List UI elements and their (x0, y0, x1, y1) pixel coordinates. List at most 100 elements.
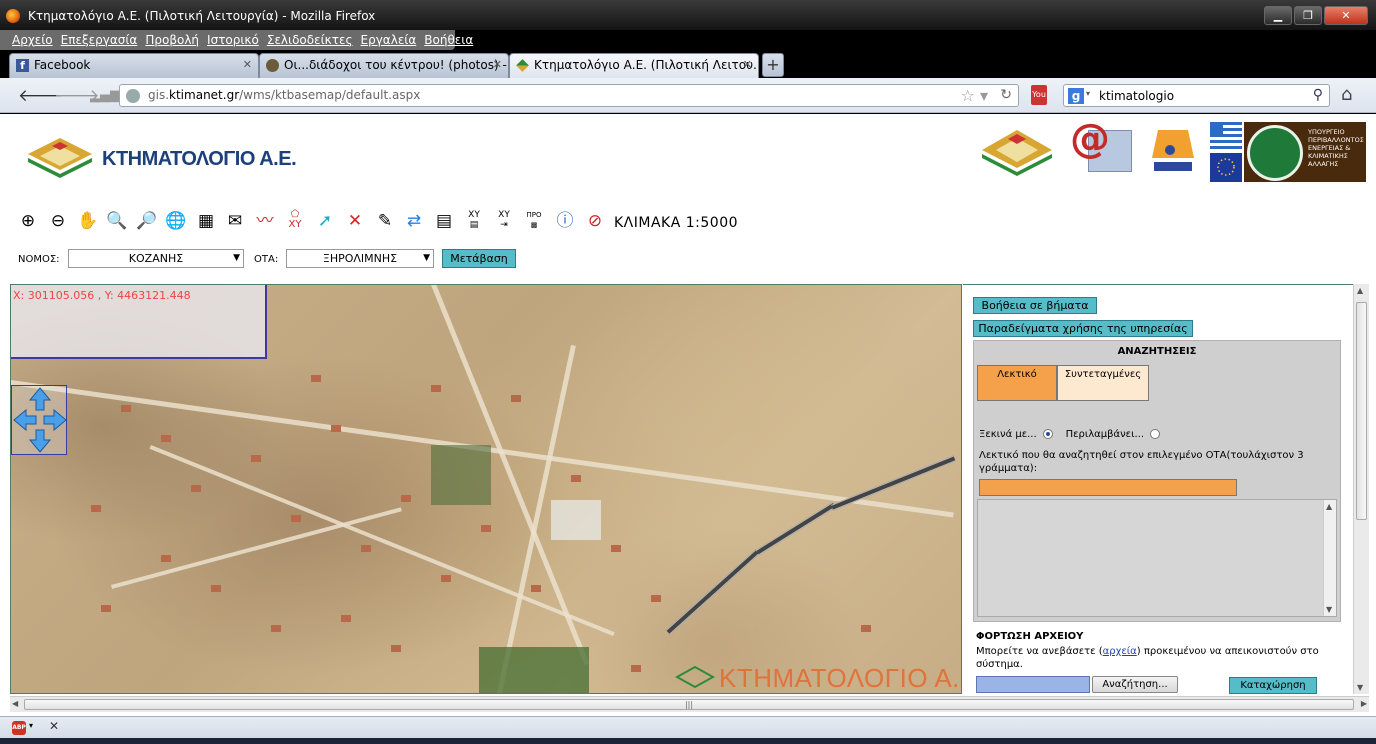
search-icon[interactable]: ⚲ (1313, 87, 1323, 103)
window-titlebar: Κτηματολόγιο Α.Ε. (Πιλοτική Λειτουργία) … (0, 0, 1376, 30)
navigation-bar: 🡐 🡒 ▂▄▆ gis.ktimanet.gr/wms/ktbasemap/de… (0, 78, 1376, 113)
close-button[interactable]: ✕ (1324, 6, 1368, 25)
information-society-logo: @ (1068, 116, 1134, 182)
tab-facebook[interactable]: f Facebook ✕ (9, 53, 259, 78)
adblock-chevron-icon[interactable]: ▾ (29, 721, 33, 730)
add-point-icon[interactable]: ➚ (314, 210, 336, 232)
submit-button[interactable]: Καταχώρηση (1229, 677, 1317, 694)
map-watermark: ΚΤΗΜΑΤΟΛΟΓΙΟ Α.Ε (675, 663, 961, 693)
pro-print-icon[interactable]: ΠΡΟ ▩ (523, 210, 545, 232)
go-button[interactable]: Μετάβαση (442, 249, 516, 268)
maximize-button[interactable]: ❐ (1294, 6, 1322, 25)
tab-close-icon[interactable]: ✕ (743, 54, 752, 76)
measure-line-icon[interactable]: 〰 (254, 210, 276, 232)
clear-x-icon[interactable]: ✕ (344, 210, 366, 232)
browse-button[interactable]: Αναζήτηση... (1092, 676, 1178, 693)
search-bar[interactable]: g ▾ ktimatologio ⚲ (1063, 84, 1330, 107)
zoom-in-icon[interactable]: 🔍 (106, 210, 128, 232)
search-results-list[interactable]: ▲ ▼ (977, 499, 1337, 617)
scroll-up-icon[interactable]: ▲ (1357, 286, 1363, 295)
refresh-arrows-icon[interactable]: ⇄ (403, 210, 425, 232)
minimize-button[interactable]: ▁ (1264, 6, 1292, 25)
menu-history[interactable]: Ιστορικό (207, 30, 259, 50)
addon-bar: ABP ▾ ✕ (0, 716, 1376, 738)
scrollbar-thumb[interactable]: ||| (24, 699, 1354, 710)
zoom-out-icon[interactable]: 🔎 (136, 210, 158, 232)
home-icon[interactable]: ⌂ (1341, 84, 1361, 105)
ota-label: ΟΤΑ: (254, 254, 279, 265)
site-identity-icon[interactable] (126, 89, 140, 103)
adblock-icon[interactable]: ABP (12, 721, 26, 735)
map-view[interactable]: X: 301105.056 , Y: 4463121.448 ΚΤΗΜΑΤΟΛΟ… (10, 284, 962, 694)
search-panel: ΑΝΑΖΗΤΗΣΕΙΣ Λεκτικό Συντεταγμένες Ξεκινά… (973, 340, 1341, 622)
results-scrollbar[interactable]: ▲ ▼ (1323, 500, 1336, 616)
scrollbar-thumb[interactable] (1356, 302, 1367, 520)
window-controls: ▁ ❐ ✕ (1264, 6, 1368, 25)
tab-news[interactable]: Οι...διάδοχοι του κέντρου! (photos) -...… (259, 53, 509, 78)
search-query[interactable]: ktimatologio (1099, 89, 1174, 103)
ota-select[interactable]: ΞΗΡΟΛΙΜΝΗΣ ▼ (286, 249, 434, 268)
zoom-out-minus-icon[interactable]: ⊖ (47, 210, 69, 232)
info-icon[interactable]: ⓘ (554, 210, 576, 232)
tab-close-icon[interactable]: ✕ (243, 54, 252, 76)
menu-file[interactable]: Αρχείο (12, 30, 53, 50)
pan-left-arrow-icon[interactable] (13, 408, 37, 432)
tab-ktimatologio[interactable]: Κτηματολόγιο Α.Ε. (Πιλοτική Λειτου... ✕ (509, 53, 759, 79)
logo-diamond-icon (28, 138, 92, 178)
starts-with-radio[interactable] (1042, 429, 1053, 439)
menu-help[interactable]: Βοήθεια (424, 30, 473, 50)
search-engine-chevron-icon[interactable]: ▾ (1086, 89, 1090, 98)
polygon-xy-icon[interactable]: ⬠ XY (284, 210, 306, 232)
usage-examples-button[interactable]: Παραδείγματα χρήσης της υπηρεσίας (973, 320, 1193, 337)
pan-control (11, 385, 67, 455)
layers-icon[interactable]: ▦ (195, 210, 217, 232)
page-vertical-scrollbar[interactable]: ▲ ▼ (1353, 284, 1369, 694)
new-tab-button[interactable]: + (762, 53, 784, 77)
scroll-down-icon[interactable]: ▼ (1357, 683, 1363, 692)
help-steps-button[interactable]: Βοήθεια σε βήματα (973, 297, 1097, 314)
menu-edit[interactable]: Επεξεργασία (61, 30, 138, 50)
table-icon[interactable]: ▤ (433, 210, 455, 232)
map-scale: ΚΛΙΜΑΚΑ 1:5000 (614, 215, 739, 231)
file-path-input[interactable] (976, 676, 1090, 693)
tab-close-icon[interactable]: ✕ (493, 54, 502, 76)
files-link[interactable]: αρχεία (1103, 646, 1137, 657)
scroll-up-icon[interactable]: ▲ (1326, 502, 1332, 511)
nomos-select[interactable]: ΚΟΖΑΝΗΣ ▼ (68, 249, 244, 268)
xy-table-icon[interactable]: XY ▤ (463, 210, 485, 232)
envelope-icon[interactable]: ✉ (224, 210, 246, 232)
no-label-icon[interactable]: ⊘ (584, 210, 606, 232)
menu-view[interactable]: Προβολή (145, 30, 199, 50)
globe-icon[interactable]: 🌐 (165, 210, 187, 232)
menu-tools[interactable]: Εργαλεία (361, 30, 417, 50)
scroll-down-icon[interactable]: ▼ (1326, 605, 1332, 614)
scroll-left-icon[interactable]: ◀ (12, 699, 18, 708)
youtube-icon[interactable]: You (1031, 85, 1047, 105)
tab-coordinates-search[interactable]: Συντεταγμένες (1057, 365, 1149, 401)
edit-pen-icon[interactable]: ✎ (374, 210, 396, 232)
google-icon[interactable]: g (1068, 88, 1084, 104)
zoom-in-plus-icon[interactable]: ⊕ (17, 210, 39, 232)
tab-label: Facebook (34, 58, 91, 72)
bookmark-star-icon[interactable]: ☆ ▾ (961, 86, 988, 105)
page-horizontal-scrollbar[interactable]: ◀ ||| ▶ (10, 696, 1369, 712)
reload-icon[interactable]: ↻ (1000, 87, 1012, 103)
pan-down-arrow-icon[interactable] (28, 429, 52, 453)
addon-bar-close-icon[interactable]: ✕ (49, 719, 59, 733)
search-text-input[interactable] (979, 479, 1237, 496)
upload-description: Μπορείτε να ανεβάσετε (αρχεία) προκειμέν… (976, 646, 1319, 670)
page-content: ΚΤΗΜΑΤΟΛΟΓΙΟ Α.Ε. @ ΥΠΟΥΡΓΕΙΟ ΠΕΡΙΒΑΛΛΟΝ… (0, 114, 1376, 716)
facebook-icon: f (16, 59, 29, 72)
scroll-right-icon[interactable]: ▶ (1361, 699, 1367, 708)
pan-up-arrow-icon[interactable] (28, 387, 52, 411)
os-taskbar (0, 738, 1376, 744)
xy-goto-icon[interactable]: XY ⇥ (493, 210, 515, 232)
pan-right-arrow-icon[interactable] (43, 408, 67, 432)
tab-text-search[interactable]: Λεκτικό (977, 365, 1057, 401)
url-bar[interactable]: gis.ktimanet.gr/wms/ktbasemap/default.as… (119, 84, 1019, 107)
menu-bookmarks[interactable]: Σελιδοδείκτες (267, 30, 353, 50)
pan-hand-icon[interactable]: ✋ (77, 210, 99, 232)
nomos-label: ΝΟΜΟΣ: (18, 254, 60, 265)
url-text[interactable]: gis.ktimanet.gr/wms/ktbasemap/default.as… (148, 88, 420, 102)
contains-radio[interactable] (1150, 429, 1161, 439)
